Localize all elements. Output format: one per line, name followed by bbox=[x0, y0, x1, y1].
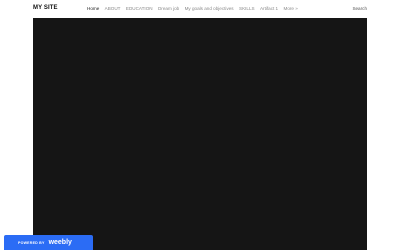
nav-item-dream-job[interactable]: Dream job bbox=[158, 6, 179, 11]
nav-item-skills[interactable]: SKILLS bbox=[239, 6, 255, 11]
page: MY SITE Home ABOUT EDUCATION Dream job M… bbox=[0, 0, 400, 250]
site-title[interactable]: MY SITE bbox=[33, 5, 58, 11]
weebly-badge[interactable]: POWERED BY weebly bbox=[4, 235, 93, 250]
powered-by-label: POWERED BY bbox=[18, 240, 45, 245]
nav-item-education[interactable]: EDUCATION bbox=[126, 6, 153, 11]
nav-item-more[interactable]: More » bbox=[284, 6, 298, 11]
search-link[interactable]: Search bbox=[352, 6, 367, 11]
nav-item-artifact-1[interactable]: Artifact 1 bbox=[260, 6, 278, 11]
main-nav: Home ABOUT EDUCATION Dream job My goals … bbox=[87, 6, 303, 11]
hero-banner bbox=[33, 18, 367, 250]
site-header: MY SITE Home ABOUT EDUCATION Dream job M… bbox=[0, 0, 400, 18]
nav-item-home[interactable]: Home bbox=[87, 6, 99, 11]
nav-item-goals[interactable]: My goals and objectives bbox=[185, 6, 234, 11]
weebly-logo: weebly bbox=[48, 239, 72, 246]
nav-item-about[interactable]: ABOUT bbox=[105, 6, 121, 11]
